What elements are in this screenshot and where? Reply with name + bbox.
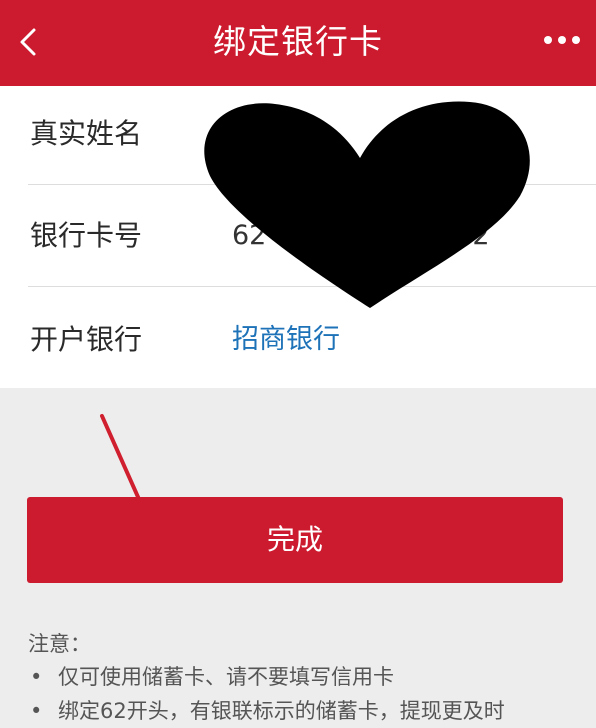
bank-label: 开户银行 bbox=[30, 323, 143, 356]
notes-section: 注意： • 仅可使用储蓄卡、请不要填写信用卡 • 绑定62开头，有银联标示的储蓄… bbox=[28, 628, 588, 728]
note-item: • 绑定62开头，有银联标示的储蓄卡，提现更及时 bbox=[28, 694, 588, 728]
note-item: • 仅可使用储蓄卡、请不要填写信用卡 bbox=[28, 660, 588, 694]
note-text: 绑定62开头，有银联标示的储蓄卡，提现更及时 bbox=[58, 699, 505, 723]
notes-title: 注意： bbox=[28, 632, 91, 656]
page-title: 绑定银行卡 bbox=[213, 22, 383, 61]
top-bar: 绑定银行卡 bbox=[0, 0, 596, 86]
bank-name-value[interactable]: 招商银行 bbox=[232, 320, 340, 360]
card-number-label: 银行卡号 bbox=[30, 219, 143, 252]
bullet-icon: • bbox=[30, 699, 43, 723]
bullet-icon: • bbox=[30, 665, 43, 689]
heart-redaction bbox=[204, 101, 530, 308]
done-button[interactable]: 完成 bbox=[27, 497, 563, 583]
real-name-label: 真实姓名 bbox=[30, 117, 143, 150]
more-dots-icon[interactable] bbox=[542, 34, 582, 46]
note-text: 仅可使用储蓄卡、请不要填写信用卡 bbox=[58, 665, 394, 689]
